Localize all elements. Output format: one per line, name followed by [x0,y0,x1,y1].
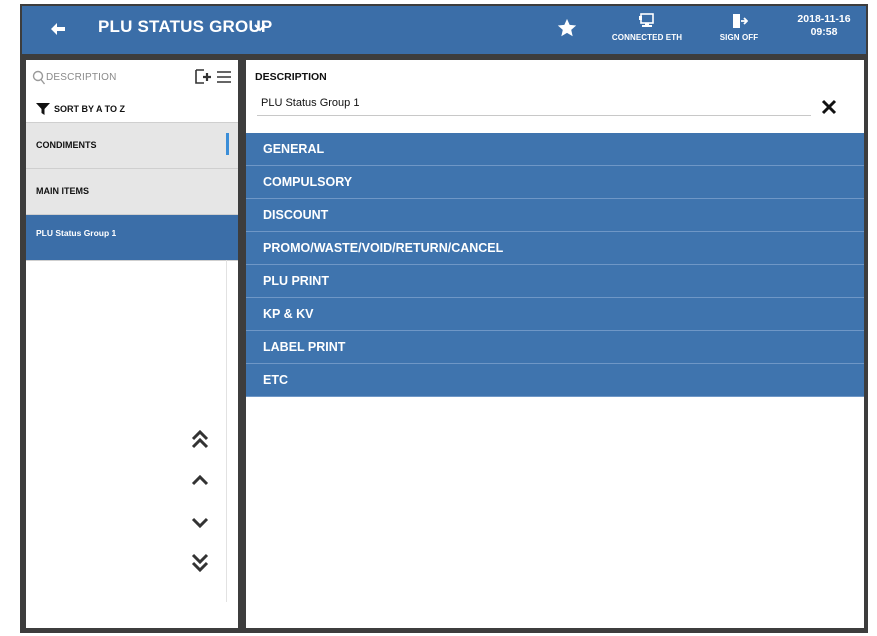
connection-label: CONNECTED ETH [611,33,683,42]
sidebar: DESCRIPTION SORT BY A TO Z CONDIMENTS MA… [26,60,238,628]
description-label: DESCRIPTION [255,71,327,83]
search-icon [32,70,46,85]
top-bar: PLU STATUS GROUP CONNECTED ETH SIGN OFF … [22,6,866,54]
filter-icon [36,103,50,115]
sort-button[interactable]: SORT BY A TO Z [32,100,222,120]
favorite-star-icon[interactable] [556,17,578,39]
section-etc[interactable]: ETC [246,364,864,397]
list-item-plu-status-group-1[interactable]: PLU Status Group 1 [26,215,238,261]
datetime: 2018-11-16 09:58 [784,13,864,39]
section-discount[interactable]: DISCOUNT [246,199,864,232]
list-item-label: CONDIMENTS [36,140,97,150]
search-placeholder: DESCRIPTION [46,72,117,83]
time-text: 09:58 [810,26,838,38]
page-title[interactable]: PLU STATUS GROUP [98,17,272,37]
description-input[interactable]: PLU Status Group 1 [261,97,359,109]
section-promo-waste-void-return-cancel[interactable]: PROMO/WASTE/VOID/RETURN/CANCEL [246,232,864,265]
app-frame: PLU STATUS GROUP CONNECTED ETH SIGN OFF … [20,4,868,633]
sign-off-label: SIGN OFF [719,33,759,42]
scroll-indicator [226,133,229,155]
chevron-down-icon[interactable] [254,23,266,33]
connection-status[interactable]: CONNECTED ETH [597,12,697,52]
input-underline [257,115,811,116]
list-item-label: MAIN ITEMS [36,186,89,196]
list-item-condiments[interactable]: CONDIMENTS [26,123,238,169]
menu-icon[interactable] [216,69,232,85]
section-plu-print[interactable]: PLU PRINT [246,265,864,298]
section-compulsory[interactable]: COMPULSORY [246,166,864,199]
scroll-bottom-icon[interactable] [186,548,214,576]
list-item-main-items[interactable]: MAIN ITEMS [26,169,238,215]
sort-label: SORT BY A TO Z [54,104,126,114]
sign-off-icon [733,14,748,28]
section-kp-kv[interactable]: KP & KV [246,298,864,331]
scroll-up-icon[interactable] [186,466,214,494]
scroll-track [226,260,227,602]
section-label-print[interactable]: LABEL PRINT [246,331,864,364]
date-text: 2018-11-16 [797,13,851,25]
add-item-icon[interactable] [194,68,212,86]
sign-off-button[interactable]: SIGN OFF [704,12,774,52]
scroll-top-icon[interactable] [186,426,214,454]
scroll-down-icon[interactable] [186,508,214,536]
monitor-network-icon [639,13,654,27]
clear-icon[interactable] [820,98,838,116]
section-list: GENERAL COMPULSORY DISCOUNT PROMO/WASTE/… [246,133,864,397]
section-general[interactable]: GENERAL [246,133,864,166]
detail-panel: DESCRIPTION PLU Status Group 1 GENERAL C… [246,60,864,628]
list-item-label: PLU Status Group 1 [36,228,117,238]
back-arrow-icon[interactable] [48,19,68,39]
